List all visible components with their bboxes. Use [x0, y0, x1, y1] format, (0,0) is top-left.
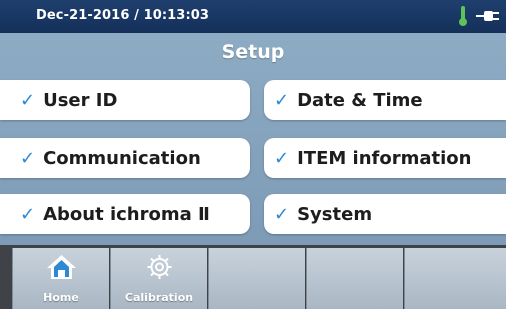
check-icon: ✓: [20, 89, 36, 111]
check-icon: ✓: [274, 147, 290, 169]
tab-home[interactable]: Home: [12, 248, 109, 309]
communication-button[interactable]: ✓ Communication: [0, 138, 250, 178]
menu-item-label: ITEM information: [297, 147, 472, 169]
gear-icon: [147, 255, 172, 279]
check-icon: ✓: [274, 203, 290, 225]
about-ichroma-button[interactable]: ✓ About ichroma Ⅱ: [0, 194, 250, 234]
check-icon: ✓: [20, 147, 36, 169]
setup-panel: Setup ✓ User ID ✓ Date & Time ✓ Communic…: [0, 33, 506, 245]
check-icon: ✓: [274, 89, 290, 111]
tab-empty-3[interactable]: [208, 248, 305, 309]
page-title: Setup: [221, 41, 285, 63]
user-id-button[interactable]: ✓ User ID: [0, 80, 250, 120]
system-button[interactable]: ✓ System: [264, 194, 506, 234]
bottom-nav-bar: Home Calibration: [0, 245, 506, 309]
home-icon: [47, 255, 76, 279]
tab-label: Home: [43, 291, 79, 304]
item-information-button[interactable]: ✓ ITEM information: [264, 138, 506, 178]
tab-empty-4[interactable]: [306, 248, 403, 309]
menu-item-label: Communication: [43, 147, 201, 169]
date-time-button[interactable]: ✓ Date & Time: [264, 80, 506, 120]
tab-label: Calibration: [124, 291, 194, 304]
tab-empty-5[interactable]: [404, 248, 506, 309]
setup-screen: Dec-21-2016 / 10:13:03 Setup ✓ User ID ✓…: [0, 0, 506, 309]
menu-item-label: Date & Time: [297, 89, 423, 111]
menu-item-label: System: [297, 203, 373, 225]
check-icon: ✓: [20, 203, 36, 225]
thermometer-icon: [459, 6, 467, 26]
datetime-display: Dec-21-2016 / 10:13:03: [36, 8, 210, 23]
tab-calibration[interactable]: Calibration: [110, 248, 207, 309]
menu-item-label: User ID: [43, 89, 118, 111]
status-bar: Dec-21-2016 / 10:13:03: [0, 0, 506, 33]
menu-item-label: About ichroma Ⅱ: [43, 203, 210, 225]
power-plug-icon: [476, 11, 499, 21]
